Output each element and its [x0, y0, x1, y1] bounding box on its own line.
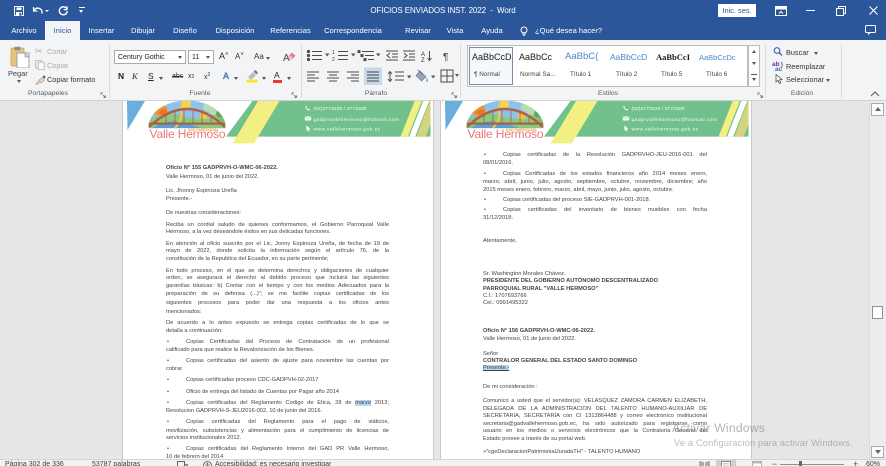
- svg-text:(02)2773220 / 2773300: (02)2773220 / 2773300: [314, 106, 367, 112]
- svg-text:(02)2773220 / 2773300: (02)2773220 / 2773300: [632, 106, 685, 112]
- svg-text:gadprvallehermoso@hotmail.com: gadprvallehermoso@hotmail.com: [632, 117, 718, 123]
- svg-text:2: 2: [332, 57, 335, 63]
- svg-text:gadprvallehermoso@hotmail.com: gadprvallehermoso@hotmail.com: [314, 117, 400, 123]
- svg-text:¶: ¶: [443, 52, 448, 63]
- svg-text:1: 1: [332, 50, 335, 56]
- svg-text:Z: Z: [421, 58, 425, 64]
- svg-text:www.vallehermoso.gob.ec: www.vallehermoso.gob.ec: [632, 127, 699, 133]
- svg-text:www.vallehermoso.gob.ec: www.vallehermoso.gob.ec: [314, 127, 381, 133]
- svg-text:GAD PARROQUIAL: GAD PARROQUIAL: [188, 128, 219, 132]
- svg-text:GAD PARROQUIAL: GAD PARROQUIAL: [506, 128, 537, 132]
